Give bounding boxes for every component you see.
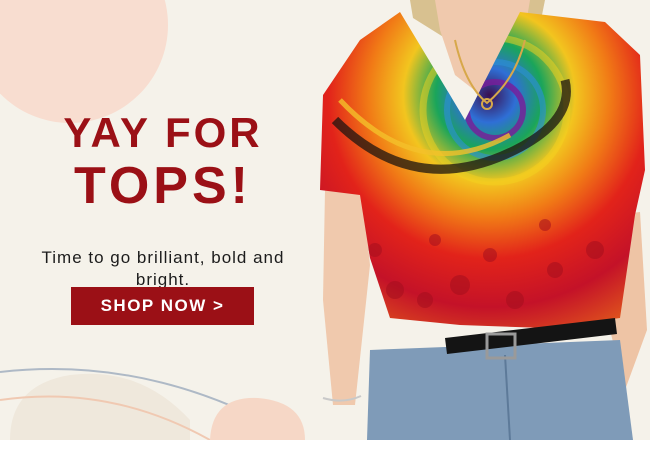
headline-line-1: YAY FOR xyxy=(63,109,263,156)
decor-circle-top-left xyxy=(0,0,168,123)
headline-line-2: TOPS! xyxy=(74,157,252,215)
decor-shape-bottom xyxy=(210,397,305,440)
jeans xyxy=(367,340,633,440)
shop-now-button[interactable]: SHOP NOW > xyxy=(71,287,254,325)
promo-banner[interactable]: YAY FOR TOPS! Time to go brilliant, bold… xyxy=(0,0,650,440)
product-photo[interactable] xyxy=(315,0,650,440)
tagline: Time to go brilliant, bold and bright. xyxy=(41,248,285,289)
